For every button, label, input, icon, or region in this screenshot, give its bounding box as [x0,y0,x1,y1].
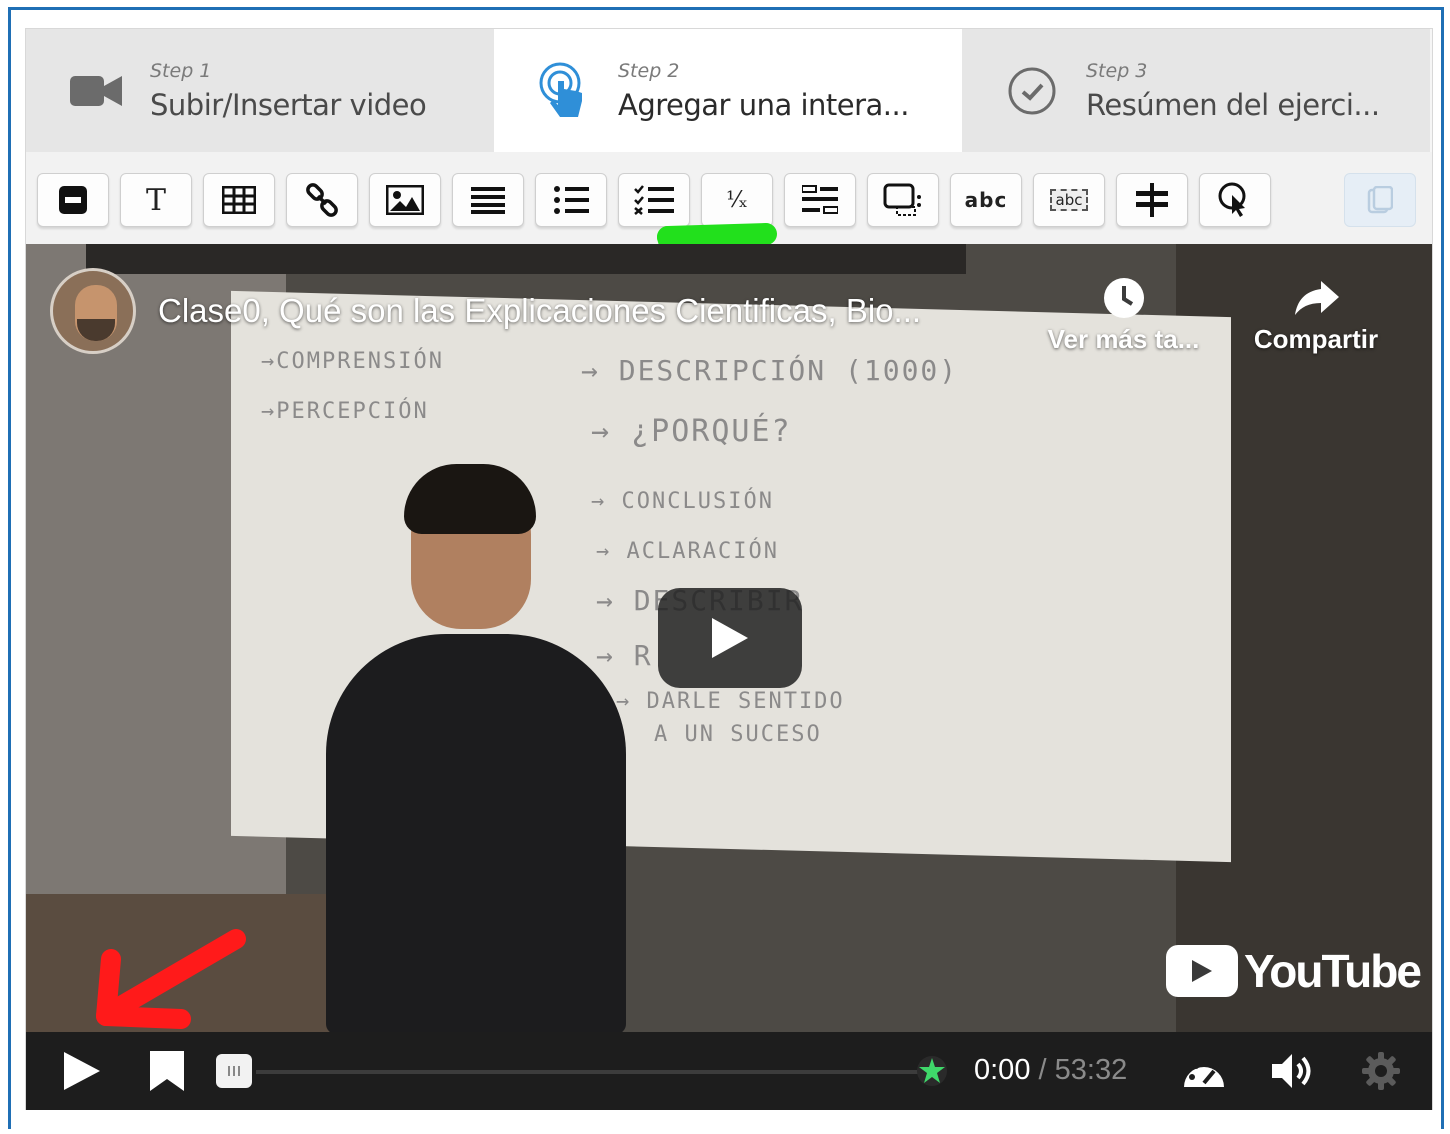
board-text: A UN SUCESO [654,722,822,747]
navigation-tool-button[interactable] [1116,173,1188,227]
table-icon [222,186,256,214]
text-icon: T [145,182,166,218]
statements-tool-button[interactable] [452,173,524,227]
share-arrow-icon [1295,281,1339,315]
channel-avatar[interactable] [50,268,136,354]
video-camera-icon [66,61,126,121]
fill-blanks-icon: abc [1049,189,1089,211]
drag-text-icon [802,185,838,214]
large-play-button[interactable] [658,588,802,688]
step-2-tab[interactable]: Step 2 Agregar una intera... [494,29,962,152]
mark-words-icon: abc [964,188,1008,212]
paste-button[interactable] [1344,173,1416,227]
crosshair-pointer-icon [1218,182,1246,217]
youtube-play-icon [1192,960,1212,982]
share-label: Compartir [1253,324,1379,354]
interactive-video-editor: Step 1 Subir/Insertar video Step 2 Agreg… [25,28,1433,1110]
seek-handle[interactable] [216,1054,252,1088]
playback-speed-button[interactable] [1176,1032,1232,1110]
crosshair-tool-button[interactable] [1199,173,1271,227]
volume-icon [1272,1054,1311,1088]
board-text: → R [596,639,653,672]
board-text: → CONCLUSIÓN [591,489,774,514]
multiple-choice-tool-button[interactable] [618,173,690,227]
player-controls: 0:00 / 53:32 [26,1032,1432,1110]
volume-button[interactable] [1266,1032,1322,1110]
step-number: Step 3 [1086,59,1148,82]
play-button[interactable] [54,1032,110,1110]
settings-button[interactable] [1356,1032,1406,1110]
true-false-tool-button[interactable]: ⅟ₓ [701,173,773,227]
interaction-toolbar: T ⅟ₓ abc abc [26,152,1432,361]
current-time: 0:00 [974,1054,1031,1086]
minus-icon [59,186,87,214]
step-number: Step 1 [150,59,212,82]
board-text: →PERCEPCIÓN [261,399,429,424]
step-title: Resúmen del ejerci... [1086,87,1380,122]
time-separator: / [1038,1054,1047,1086]
red-arrow-annotation [96,929,246,1029]
table-tool-button[interactable] [203,173,275,227]
share-button[interactable]: Compartir [1246,272,1386,355]
text-tool-button[interactable]: T [120,173,192,227]
step-title: Agregar una intera... [618,87,909,122]
link-tool-button[interactable] [286,173,358,227]
single-choice-tool-button[interactable] [535,173,607,227]
star-marker-icon [917,1056,947,1086]
touch-pointer-icon [534,61,594,121]
bookmark-icon [150,1051,184,1091]
fraction-icon: ⅟ₓ [726,187,748,213]
step-1-tab[interactable]: Step 1 Subir/Insertar video [26,29,494,152]
seek-bar[interactable] [256,1070,932,1074]
board-text: → DESCRIPCIÓN (1000) [581,354,959,387]
youtube-wordmark: YouTube [1244,945,1422,997]
hotspot-tool-button[interactable] [867,173,939,227]
paste-icon [1367,186,1393,214]
gear-icon [1362,1052,1400,1090]
drag-text-tool-button[interactable] [784,173,856,227]
wizard-steps: Step 1 Subir/Insertar video Step 2 Agreg… [26,29,1432,152]
image-tool-button[interactable] [369,173,441,227]
step-number: Step 2 [618,59,680,82]
fill-blanks-tool-button[interactable]: abc [1033,173,1105,227]
label-tool-button[interactable] [37,173,109,227]
list-icon [471,187,505,214]
check-circle-icon [1002,61,1062,121]
bookmark-button[interactable] [144,1032,190,1110]
checklist-icon [634,185,674,215]
step-title: Subir/Insertar video [150,87,427,122]
mark-words-tool-button[interactable]: abc [950,173,1022,227]
watch-later-label: Ver más ta... [1047,324,1200,354]
ordered-list-icon [554,186,589,214]
grip-icon [228,1066,240,1076]
board-text: → ACLARACIÓN [596,539,779,564]
play-icon [64,1052,100,1090]
board-text: →COMPRENSIÓN [261,349,444,374]
youtube-logo[interactable]: YouTube [1166,944,1422,998]
duration: 53:32 [1054,1054,1128,1086]
navigation-icon [1136,183,1168,217]
board-text: → DARLE SENTIDO [616,689,845,714]
time-display: 0:00 / 53:32 [974,1054,1127,1087]
play-icon [712,618,748,658]
clock-icon [1103,278,1144,318]
hotspot-icon [883,183,921,216]
board-text: → ¿PORQUÉ? [591,414,792,449]
image-icon [386,185,424,215]
link-icon [306,183,338,217]
video-title[interactable]: Clase0, Qué son las Explicaciones Cienti… [158,292,921,330]
presenter [326,634,626,1032]
interaction-marker[interactable] [912,1032,952,1110]
speedometer-icon [1184,1058,1224,1087]
step-3-tab[interactable]: Step 3 Resúmen del ejerci... [962,29,1430,152]
watch-later-button[interactable]: Ver más ta... [1036,272,1211,355]
youtube-video-player[interactable]: →COMPRENSIÓN →PERCEPCIÓN → DESCRIPCIÓN (… [26,244,1432,1032]
